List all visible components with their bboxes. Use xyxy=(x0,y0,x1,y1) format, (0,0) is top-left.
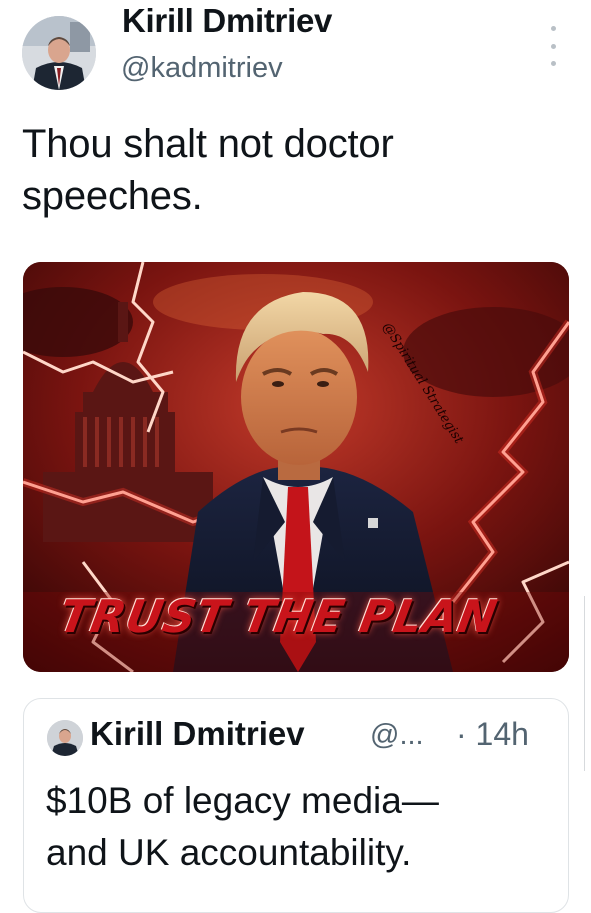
quoted-tweet-time[interactable]: · 14h xyxy=(456,716,529,753)
tweet-text: Thou shalt not doctor speeches. xyxy=(22,122,394,218)
more-vertical-icon[interactable] xyxy=(542,26,564,66)
author-name[interactable]: Kirill Dmitriev xyxy=(122,2,332,40)
quoted-author-handle: @... xyxy=(370,719,424,751)
quoted-author-name: Kirill Dmitriev xyxy=(90,715,305,752)
quoted-author-avatar xyxy=(47,720,83,756)
quoted-tweet-text: $10B of legacy media— and UK accountabil… xyxy=(46,780,439,873)
image-caption: TRUST THE PLAN xyxy=(55,590,502,643)
author-avatar[interactable] xyxy=(22,16,96,90)
author-handle[interactable]: @kadmitriev xyxy=(121,52,283,85)
scrollbar[interactable] xyxy=(584,596,591,771)
